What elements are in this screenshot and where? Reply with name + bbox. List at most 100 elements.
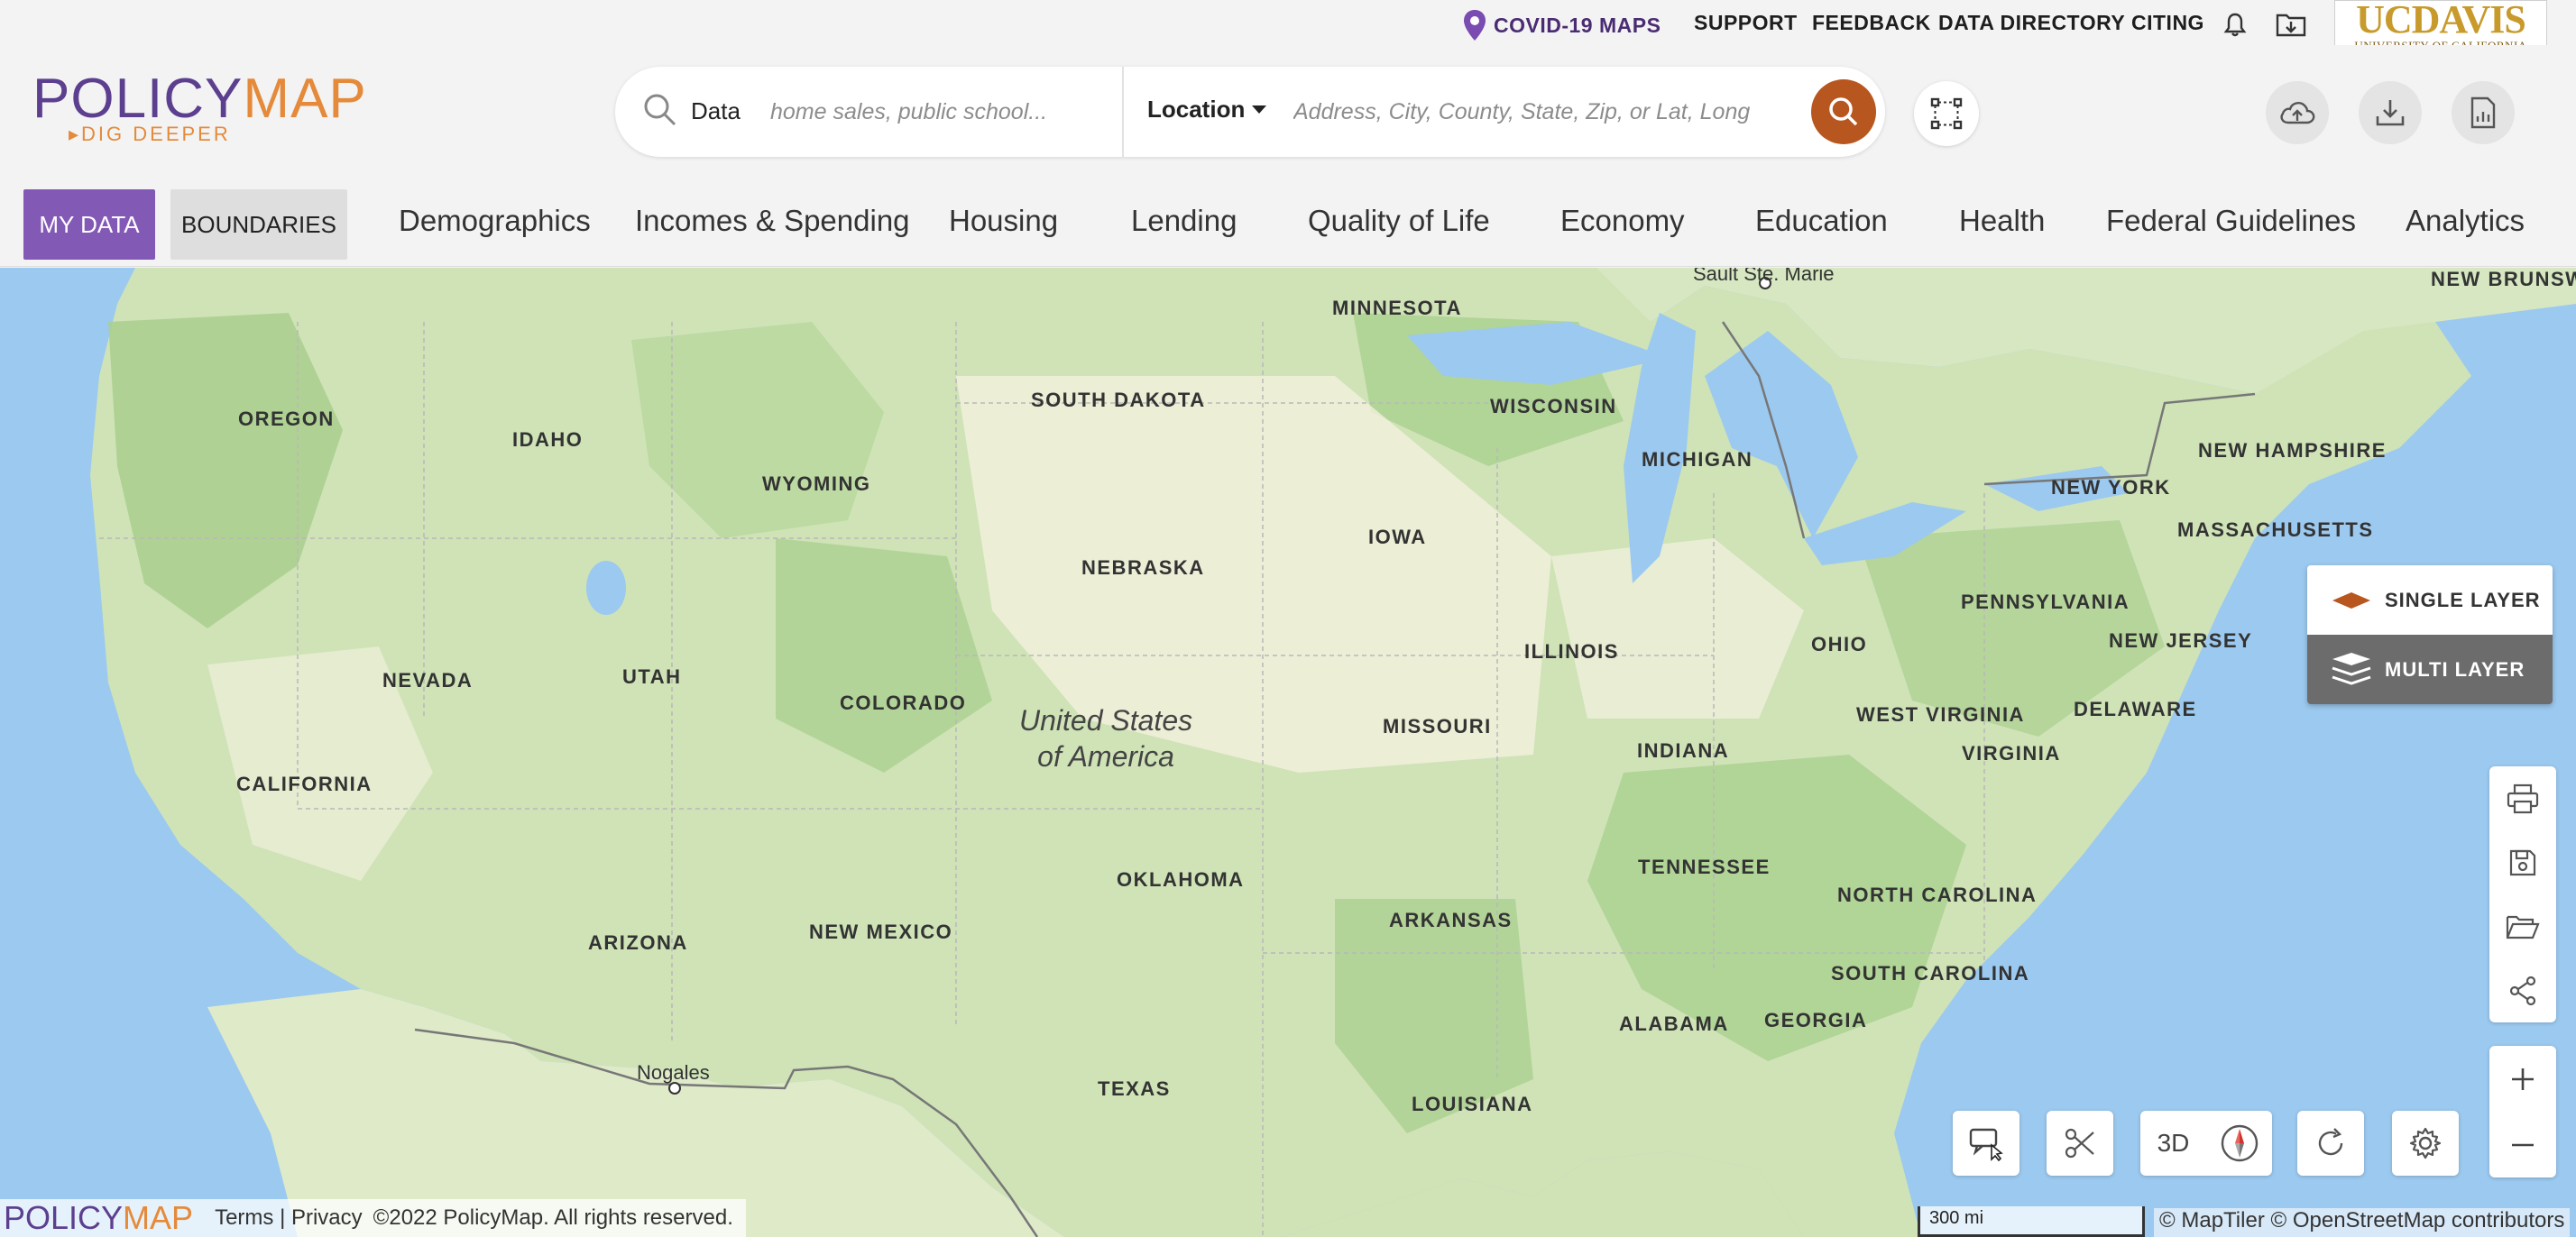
gear-icon xyxy=(2409,1127,2442,1159)
comment-tool-button[interactable] xyxy=(1953,1111,2019,1176)
map-pin-icon xyxy=(1464,10,1486,41)
logo-policy: POLICY xyxy=(32,68,244,130)
nav-economy[interactable]: Economy xyxy=(1560,204,1685,238)
download-icon xyxy=(2376,100,2405,126)
map-label-state: WEST VIRGINIA xyxy=(1856,703,2025,726)
my-data-button[interactable]: MY DATA xyxy=(23,189,155,260)
map-label-city: Sault Ste. Marie xyxy=(1693,268,1835,285)
upload-cloud-icon xyxy=(2280,102,2315,124)
nav-lending[interactable]: Lending xyxy=(1131,204,1237,238)
open-folder-button[interactable] xyxy=(2489,894,2556,958)
caret-down-icon xyxy=(1252,105,1267,114)
folder-download-icon[interactable] xyxy=(2276,11,2306,38)
footer-logo[interactable]: POLICYMAP xyxy=(0,1199,204,1237)
vector-select-icon xyxy=(1930,97,1963,130)
search-bar: Data Location xyxy=(615,67,1885,157)
map-label-country: United States of America xyxy=(1019,702,1192,774)
multi-layer-button[interactable]: MULTI LAYER xyxy=(2307,635,2553,704)
location-dropdown[interactable]: Location xyxy=(1147,96,1267,124)
map-label-state: COLORADO xyxy=(840,692,967,714)
nav-incomes-spending[interactable]: Incomes & Spending xyxy=(635,204,910,238)
single-layer-button[interactable]: SINGLE LAYER xyxy=(2307,565,2553,635)
map-label-state: NEW JERSEY xyxy=(2109,629,2253,652)
map-label-city: Nogales xyxy=(637,1061,710,1084)
minus-icon xyxy=(2512,1143,2534,1146)
copyright-text: ©2022 PolicyMap. All rights reserved. xyxy=(373,1205,733,1230)
layer-mode-toggle: SINGLE LAYER MULTI LAYER xyxy=(2307,565,2553,704)
nav-quality-of-life[interactable]: Quality of Life xyxy=(1308,204,1490,238)
zoom-out-button[interactable] xyxy=(2489,1112,2556,1177)
folder-open-icon xyxy=(2506,915,2540,939)
map-label-state: SOUTH CAROLINA xyxy=(1831,962,2030,985)
view-controls: 3D xyxy=(2140,1111,2272,1176)
map-label-state: OKLAHOMA xyxy=(1117,868,1245,891)
header: POLICYMAP ▸DIG DEEPER Data Location xyxy=(0,45,2576,179)
map-label-state: UTAH xyxy=(622,665,682,688)
nav-analytics[interactable]: Analytics xyxy=(2406,204,2525,238)
location-search-input[interactable] xyxy=(1293,88,1762,135)
compass-icon xyxy=(2221,1124,2258,1162)
save-button[interactable] xyxy=(2489,830,2556,894)
map-label-state: INDIANA xyxy=(1637,739,1730,762)
map-label-state: ALABAMA xyxy=(1619,1013,1729,1035)
download-button[interactable] xyxy=(2359,81,2422,144)
rotate-icon xyxy=(2318,1128,2343,1156)
map-label-state: SOUTH DAKOTA xyxy=(1031,389,1206,411)
multi-layer-icon xyxy=(2332,652,2371,685)
nav-health[interactable]: Health xyxy=(1959,204,2045,238)
map-label-state: IOWA xyxy=(1368,526,1427,548)
policymap-logo[interactable]: POLICYMAP ▸DIG DEEPER xyxy=(32,71,367,146)
map-label-state: OHIO xyxy=(1811,633,1868,655)
map-label-state: GEORGIA xyxy=(1764,1009,1868,1031)
footer-logo-policy: POLICY xyxy=(4,1199,124,1236)
map-label-state: WISCONSIN xyxy=(1490,395,1617,417)
compass-button[interactable] xyxy=(2206,1111,2272,1176)
data-directory-link[interactable]: DATA DIRECTORY xyxy=(1938,11,2125,35)
nav-demographics[interactable]: Demographics xyxy=(399,204,591,238)
area-select-button[interactable] xyxy=(1914,81,1979,146)
single-layer-label: SINGLE LAYER xyxy=(2385,588,2541,611)
upload-button[interactable] xyxy=(2266,81,2329,144)
print-icon xyxy=(2507,783,2539,813)
covid-maps-label: COVID-19 MAPS xyxy=(1494,13,1661,37)
search-button[interactable] xyxy=(1811,79,1876,144)
scissors-icon xyxy=(2065,1128,2094,1159)
zoom-in-button[interactable] xyxy=(2489,1046,2556,1112)
bell-icon[interactable] xyxy=(2222,11,2249,38)
comment-icon xyxy=(1969,1128,2003,1161)
footer-logo-map: MAP xyxy=(123,1199,194,1236)
nav-housing[interactable]: Housing xyxy=(949,204,1058,238)
cut-tool-button[interactable] xyxy=(2047,1111,2113,1176)
report-button[interactable] xyxy=(2452,81,2515,144)
map-label-state: NORTH CAROLINA xyxy=(1837,884,2038,906)
map-label-state: MISSOURI xyxy=(1383,715,1492,738)
map-label-state: NEW BRUNSWI xyxy=(2431,268,2576,290)
covid-maps-link[interactable]: COVID-19 MAPS xyxy=(1463,9,1661,41)
rotate-reset-button[interactable] xyxy=(2297,1111,2364,1176)
data-label: Data xyxy=(691,97,741,124)
boundaries-button[interactable]: BOUNDARIES xyxy=(170,189,347,260)
support-link[interactable]: SUPPORT xyxy=(1694,11,1798,35)
map-label-state: TEXAS xyxy=(1098,1077,1171,1100)
nav-federal-guidelines[interactable]: Federal Guidelines xyxy=(2106,204,2356,238)
settings-button[interactable] xyxy=(2392,1111,2459,1176)
data-search-input[interactable] xyxy=(770,88,1068,135)
feedback-link[interactable]: FEEDBACK xyxy=(1812,11,1931,35)
map-label-state: LOUISIANA xyxy=(1412,1093,1533,1115)
terms-privacy-links[interactable]: Terms | Privacy xyxy=(215,1205,363,1231)
map-label-state: DELAWARE xyxy=(2074,698,2197,720)
map-label-state: NEW HAMPSHIRE xyxy=(2198,439,2387,462)
3d-toggle-button[interactable]: 3D xyxy=(2140,1111,2206,1176)
map-label-state: TENNESSEE xyxy=(1638,856,1771,878)
basemap xyxy=(0,268,2576,1237)
country-line-2: of America xyxy=(1037,740,1174,773)
logo-map: MAP xyxy=(243,68,367,130)
map-attribution[interactable]: © MapTiler © OpenStreetMap contributors xyxy=(2154,1208,2571,1237)
map-label-state: IDAHO xyxy=(512,428,584,451)
share-button[interactable] xyxy=(2489,958,2556,1022)
nav-education[interactable]: Education xyxy=(1755,204,1888,238)
search-icon xyxy=(1829,97,1858,126)
map-canvas[interactable]: MINNESOTA SOUTH DAKOTA WISCONSIN MICHIGA… xyxy=(0,268,2576,1237)
print-button[interactable] xyxy=(2489,766,2556,830)
citing-link[interactable]: CITING xyxy=(2131,11,2204,35)
